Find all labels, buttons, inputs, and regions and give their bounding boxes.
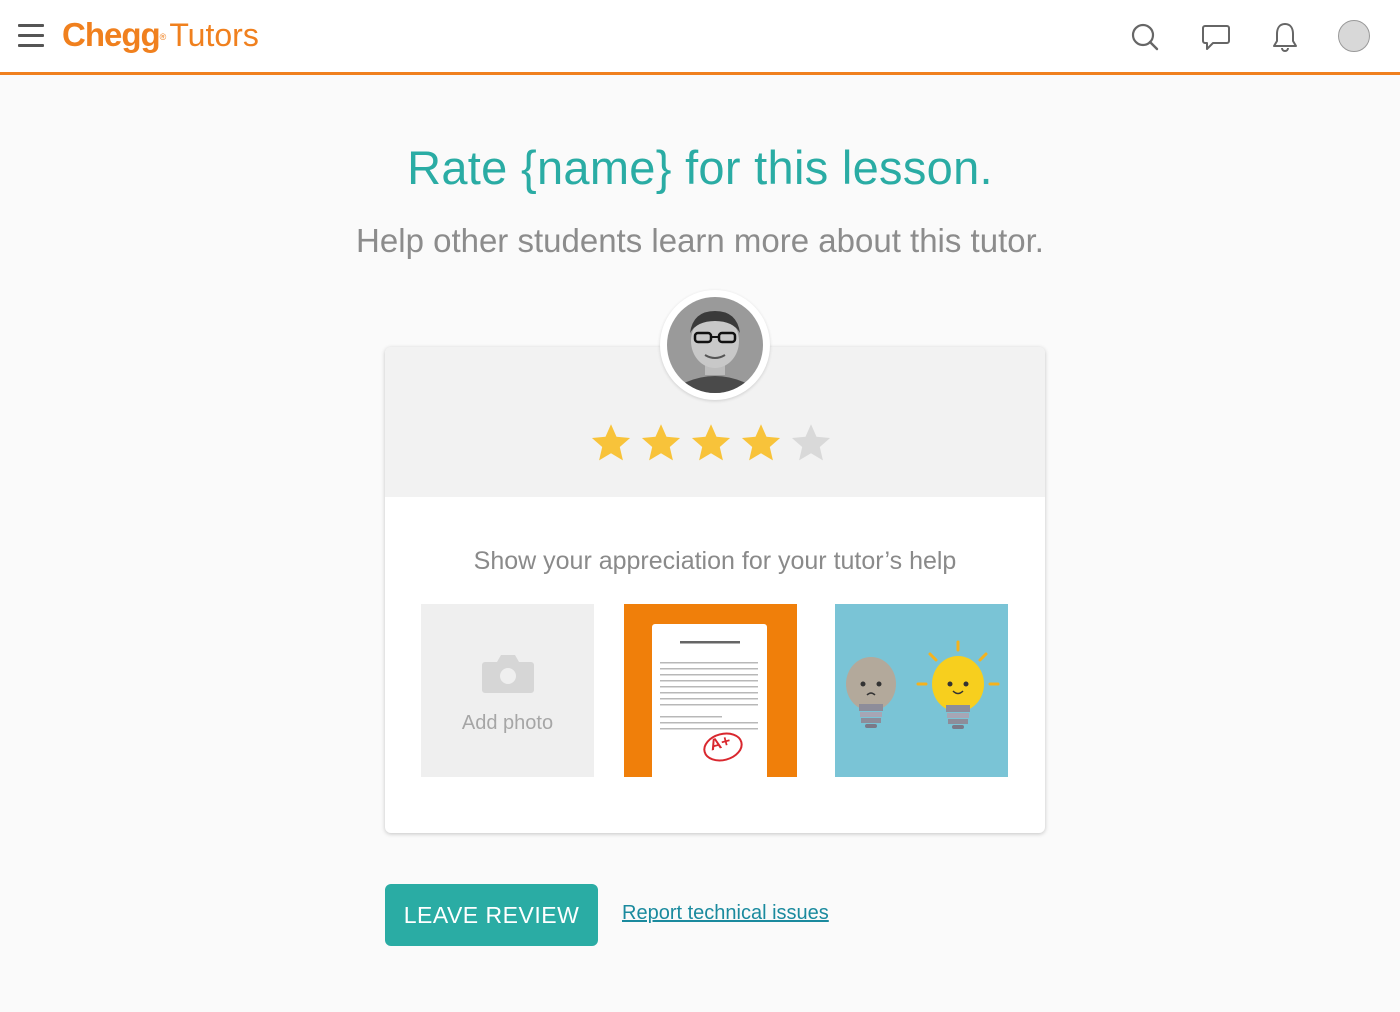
camera-icon xyxy=(482,655,534,693)
star-filled-icon[interactable] xyxy=(639,421,683,465)
lightbulbs-icon xyxy=(846,640,1000,729)
brand-name: Chegg xyxy=(62,16,161,53)
graded-paper-icon xyxy=(652,624,767,777)
star-rating[interactable] xyxy=(589,421,849,465)
chat-icon[interactable] xyxy=(1198,18,1234,56)
star-filled-icon[interactable] xyxy=(739,421,783,465)
chegg-tutors-logo[interactable]: Chegg®Tutors xyxy=(62,16,259,60)
add-photo-tile[interactable]: Add photo xyxy=(421,604,594,777)
top-navigation-bar: Chegg®Tutors xyxy=(0,0,1400,75)
rating-card: Show your appreciation for your tutor’s … xyxy=(385,347,1045,833)
star-filled-icon[interactable] xyxy=(589,421,633,465)
appreciation-prompt: Show your appreciation for your tutor’s … xyxy=(473,547,957,575)
search-icon[interactable] xyxy=(1127,18,1163,56)
graded-paper-sticker[interactable]: A+ xyxy=(624,604,797,777)
report-technical-issues-link[interactable]: Report technical issues xyxy=(622,902,829,925)
tutor-avatar xyxy=(660,290,770,400)
registered-mark: ® xyxy=(159,31,167,42)
user-avatar[interactable] xyxy=(1338,20,1370,52)
brand-product: Tutors xyxy=(169,17,259,53)
hamburger-menu-icon[interactable] xyxy=(18,24,44,48)
bell-icon[interactable] xyxy=(1267,18,1303,56)
tutor-portrait-image xyxy=(667,297,763,393)
page-subtitle: Help other students learn more about thi… xyxy=(356,222,1044,259)
page-title: Rate {name} for this lesson. xyxy=(407,141,993,194)
lightbulbs-sticker[interactable] xyxy=(835,604,1008,777)
star-filled-icon[interactable] xyxy=(689,421,733,465)
leave-review-button[interactable]: LEAVE REVIEW xyxy=(385,884,598,946)
add-photo-label: Add photo xyxy=(461,712,554,734)
star-empty-icon[interactable] xyxy=(789,421,833,465)
